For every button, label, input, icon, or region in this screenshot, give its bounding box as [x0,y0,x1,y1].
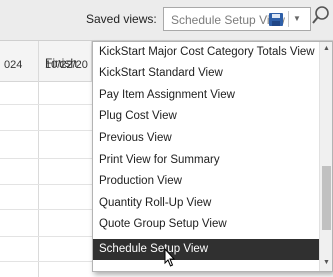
dropdown-scrollbar[interactable]: ▲ ▼ [319,42,332,271]
combo-separator [288,11,289,27]
list-item[interactable]: Quote Group Setup View [93,214,319,235]
table-cell: 10/22/20 [45,59,88,71]
list-item[interactable]: Print View for Summary [93,150,319,171]
list-item[interactable]: KickStart Standard View [93,63,319,84]
scroll-up-icon[interactable]: ▲ [320,42,332,55]
search-icon[interactable] [311,5,331,27]
saved-views-label: Saved views: [86,12,157,26]
saved-views-dropdown-list[interactable]: KickStart Major Cost Category Totals Vie… [92,41,333,272]
list-item-selected[interactable]: Schedule Setup View [93,239,319,260]
save-icon[interactable] [268,12,284,27]
toolbar: Saved views: Schedule Setup View ▼ [0,0,333,41]
chevron-down-icon[interactable]: ▼ [292,11,302,27]
scroll-down-icon[interactable]: ▼ [320,256,332,269]
scroll-thumb[interactable] [322,166,331,230]
list-item[interactable]: KickStart Major Cost Category Totals Vie… [93,42,319,63]
saved-views-combobox[interactable]: Schedule Setup View ▼ [163,7,311,31]
list-item[interactable]: Previous View [93,128,319,149]
column-divider [38,41,39,277]
list-item[interactable]: Pay Item Assignment View [93,85,319,106]
list-item[interactable]: Production View [93,171,319,192]
mouse-pointer-icon [164,248,176,267]
table-cell: 024 [4,59,23,71]
list-item[interactable]: Quantity Roll-Up View [93,193,319,214]
list-item[interactable]: Plug Cost View [93,106,319,127]
